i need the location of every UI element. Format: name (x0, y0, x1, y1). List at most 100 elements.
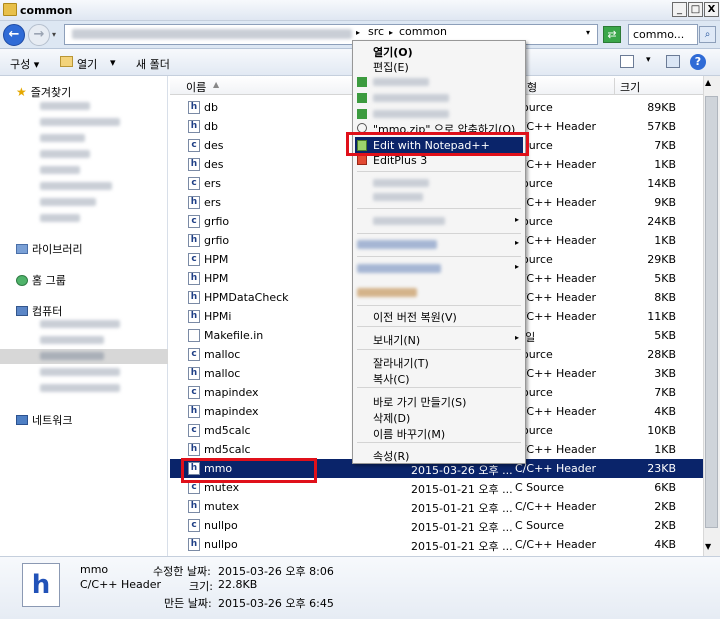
file-size: 29KB (647, 253, 676, 266)
file-name: des (204, 158, 224, 171)
file-date: 2015-03-26 오후 ... (411, 464, 513, 477)
details-modified-label: 수정한 날짜: (153, 565, 211, 578)
menu-send-to[interactable]: 보내기(N) (373, 332, 420, 348)
menu-delete[interactable]: 삭제(D) (373, 410, 410, 426)
menu-separator (357, 326, 521, 327)
file-type: C/C++ Header (515, 538, 597, 551)
scroll-down-icon[interactable]: ▼ (705, 542, 711, 551)
file-name: malloc (204, 367, 241, 380)
file-type: C/C++ Header (515, 291, 597, 304)
file-size: 2KB (654, 500, 676, 513)
menu-separator (357, 171, 521, 172)
c-source-file-icon: c (188, 348, 200, 361)
file-size: 6KB (654, 481, 676, 494)
header-file-icon: h (188, 367, 200, 380)
file-name: grfio (204, 234, 230, 247)
submenu-arrow-icon: ▸ (515, 262, 520, 271)
menu-copy[interactable]: 복사(C) (373, 371, 410, 387)
file-size: 5KB (654, 272, 676, 285)
file-name: malloc (204, 348, 241, 361)
file-name: grfio (204, 215, 230, 228)
menu-create-shortcut[interactable]: 바로 가기 만들기(S) (373, 394, 466, 410)
menu-rename[interactable]: 이름 바꾸기(M) (373, 426, 445, 442)
file-date: 2015-01-21 오후 ... (411, 540, 513, 553)
menu-item-redacted[interactable] (373, 78, 429, 86)
menu-separator (357, 305, 521, 306)
scroll-thumb[interactable] (705, 96, 718, 528)
file-size: 8KB (654, 291, 676, 304)
app-icon (357, 109, 367, 119)
file-row[interactable]: h mutex 2015-01-21 오후 ... C/C++ Header 2KB (170, 497, 704, 516)
file-name: HPMDataCheck (204, 291, 289, 304)
menu-item-redacted[interactable] (373, 193, 423, 201)
file-size: 5KB (654, 329, 676, 342)
file-size: 89KB (647, 101, 676, 114)
header-file-icon: h (188, 158, 200, 171)
header-file-icon: h (22, 563, 60, 607)
file-type: C/C++ Header (515, 272, 597, 285)
file-name: md5calc (204, 443, 251, 456)
file-name: ers (204, 196, 222, 209)
file-name: mapindex (204, 405, 259, 418)
file-name: des (204, 139, 224, 152)
highlight-box-notepad (346, 132, 529, 156)
file-name: nullpo (204, 538, 238, 551)
details-modified-value: 2015-03-26 오후 8:06 (218, 565, 334, 578)
c-source-file-icon: c (188, 519, 200, 532)
details-size-value: 22.8KB (218, 578, 258, 591)
file-name: md5calc (204, 424, 251, 437)
header-file-icon: h (188, 234, 200, 247)
header-file-icon: h (188, 500, 200, 513)
details-file-name: mmo (80, 563, 109, 576)
submenu-arrow-icon: ▸ (515, 215, 520, 224)
highlight-box-selected-file (181, 458, 317, 483)
menu-item-redacted[interactable] (357, 240, 437, 249)
file-type: C/C++ Header (515, 158, 597, 171)
file-size: 11KB (647, 310, 676, 323)
menu-properties[interactable]: 속성(R) (373, 448, 409, 464)
menu-item-redacted[interactable] (357, 264, 441, 273)
menu-restore-previous[interactable]: 이전 버전 복원(V) (373, 309, 457, 325)
header-file-icon: h (188, 538, 200, 551)
c-source-file-icon: c (188, 386, 200, 399)
c-source-file-icon: c (188, 424, 200, 437)
file-row[interactable]: c nullpo 2015-01-21 오후 ... C Source 2KB (170, 516, 704, 535)
file-name: db (204, 101, 218, 114)
menu-item-redacted[interactable] (373, 179, 429, 187)
file-size: 1KB (654, 443, 676, 456)
file-size: 9KB (654, 196, 676, 209)
file-size: 1KB (654, 234, 676, 247)
menu-cut[interactable]: 잘라내기(T) (373, 355, 429, 371)
file-type: C/C++ Header (515, 462, 597, 475)
header-file-icon: h (188, 443, 200, 456)
file-name: db (204, 120, 218, 133)
header-file-icon: h (188, 196, 200, 209)
file-size: 14KB (647, 177, 676, 190)
menu-item-redacted[interactable] (373, 94, 449, 102)
file-type: C/C++ Header (515, 500, 597, 513)
submenu-arrow-icon: ▸ (515, 333, 520, 342)
menu-edit[interactable]: 편집(E) (373, 59, 409, 75)
menu-separator (357, 256, 521, 257)
header-file-icon: h (188, 272, 200, 285)
file-size: 1KB (654, 158, 676, 171)
file-size: 4KB (654, 405, 676, 418)
c-source-file-icon: c (188, 253, 200, 266)
file-name: ers (204, 177, 222, 190)
file-size: 57KB (647, 120, 676, 133)
details-created-label: 만든 날짜: (164, 597, 212, 610)
file-name: Makefile.in (204, 329, 264, 342)
details-file-type: C/C++ Header (80, 578, 162, 591)
file-size: 28KB (647, 348, 676, 361)
scroll-up-icon[interactable]: ▲ (705, 78, 711, 87)
file-row[interactable]: h nullpo 2015-01-21 오후 ... C/C++ Header 4KB (170, 535, 704, 554)
menu-separator (357, 387, 521, 388)
header-file-icon: h (188, 291, 200, 304)
menu-open[interactable]: 열기(O) (373, 44, 413, 60)
file-name: HPMi (204, 310, 232, 323)
menu-item-redacted[interactable] (373, 217, 445, 225)
file-size: 24KB (647, 215, 676, 228)
header-file-icon: h (188, 405, 200, 418)
menu-item-redacted[interactable] (357, 288, 417, 297)
menu-item-redacted[interactable] (373, 110, 449, 118)
